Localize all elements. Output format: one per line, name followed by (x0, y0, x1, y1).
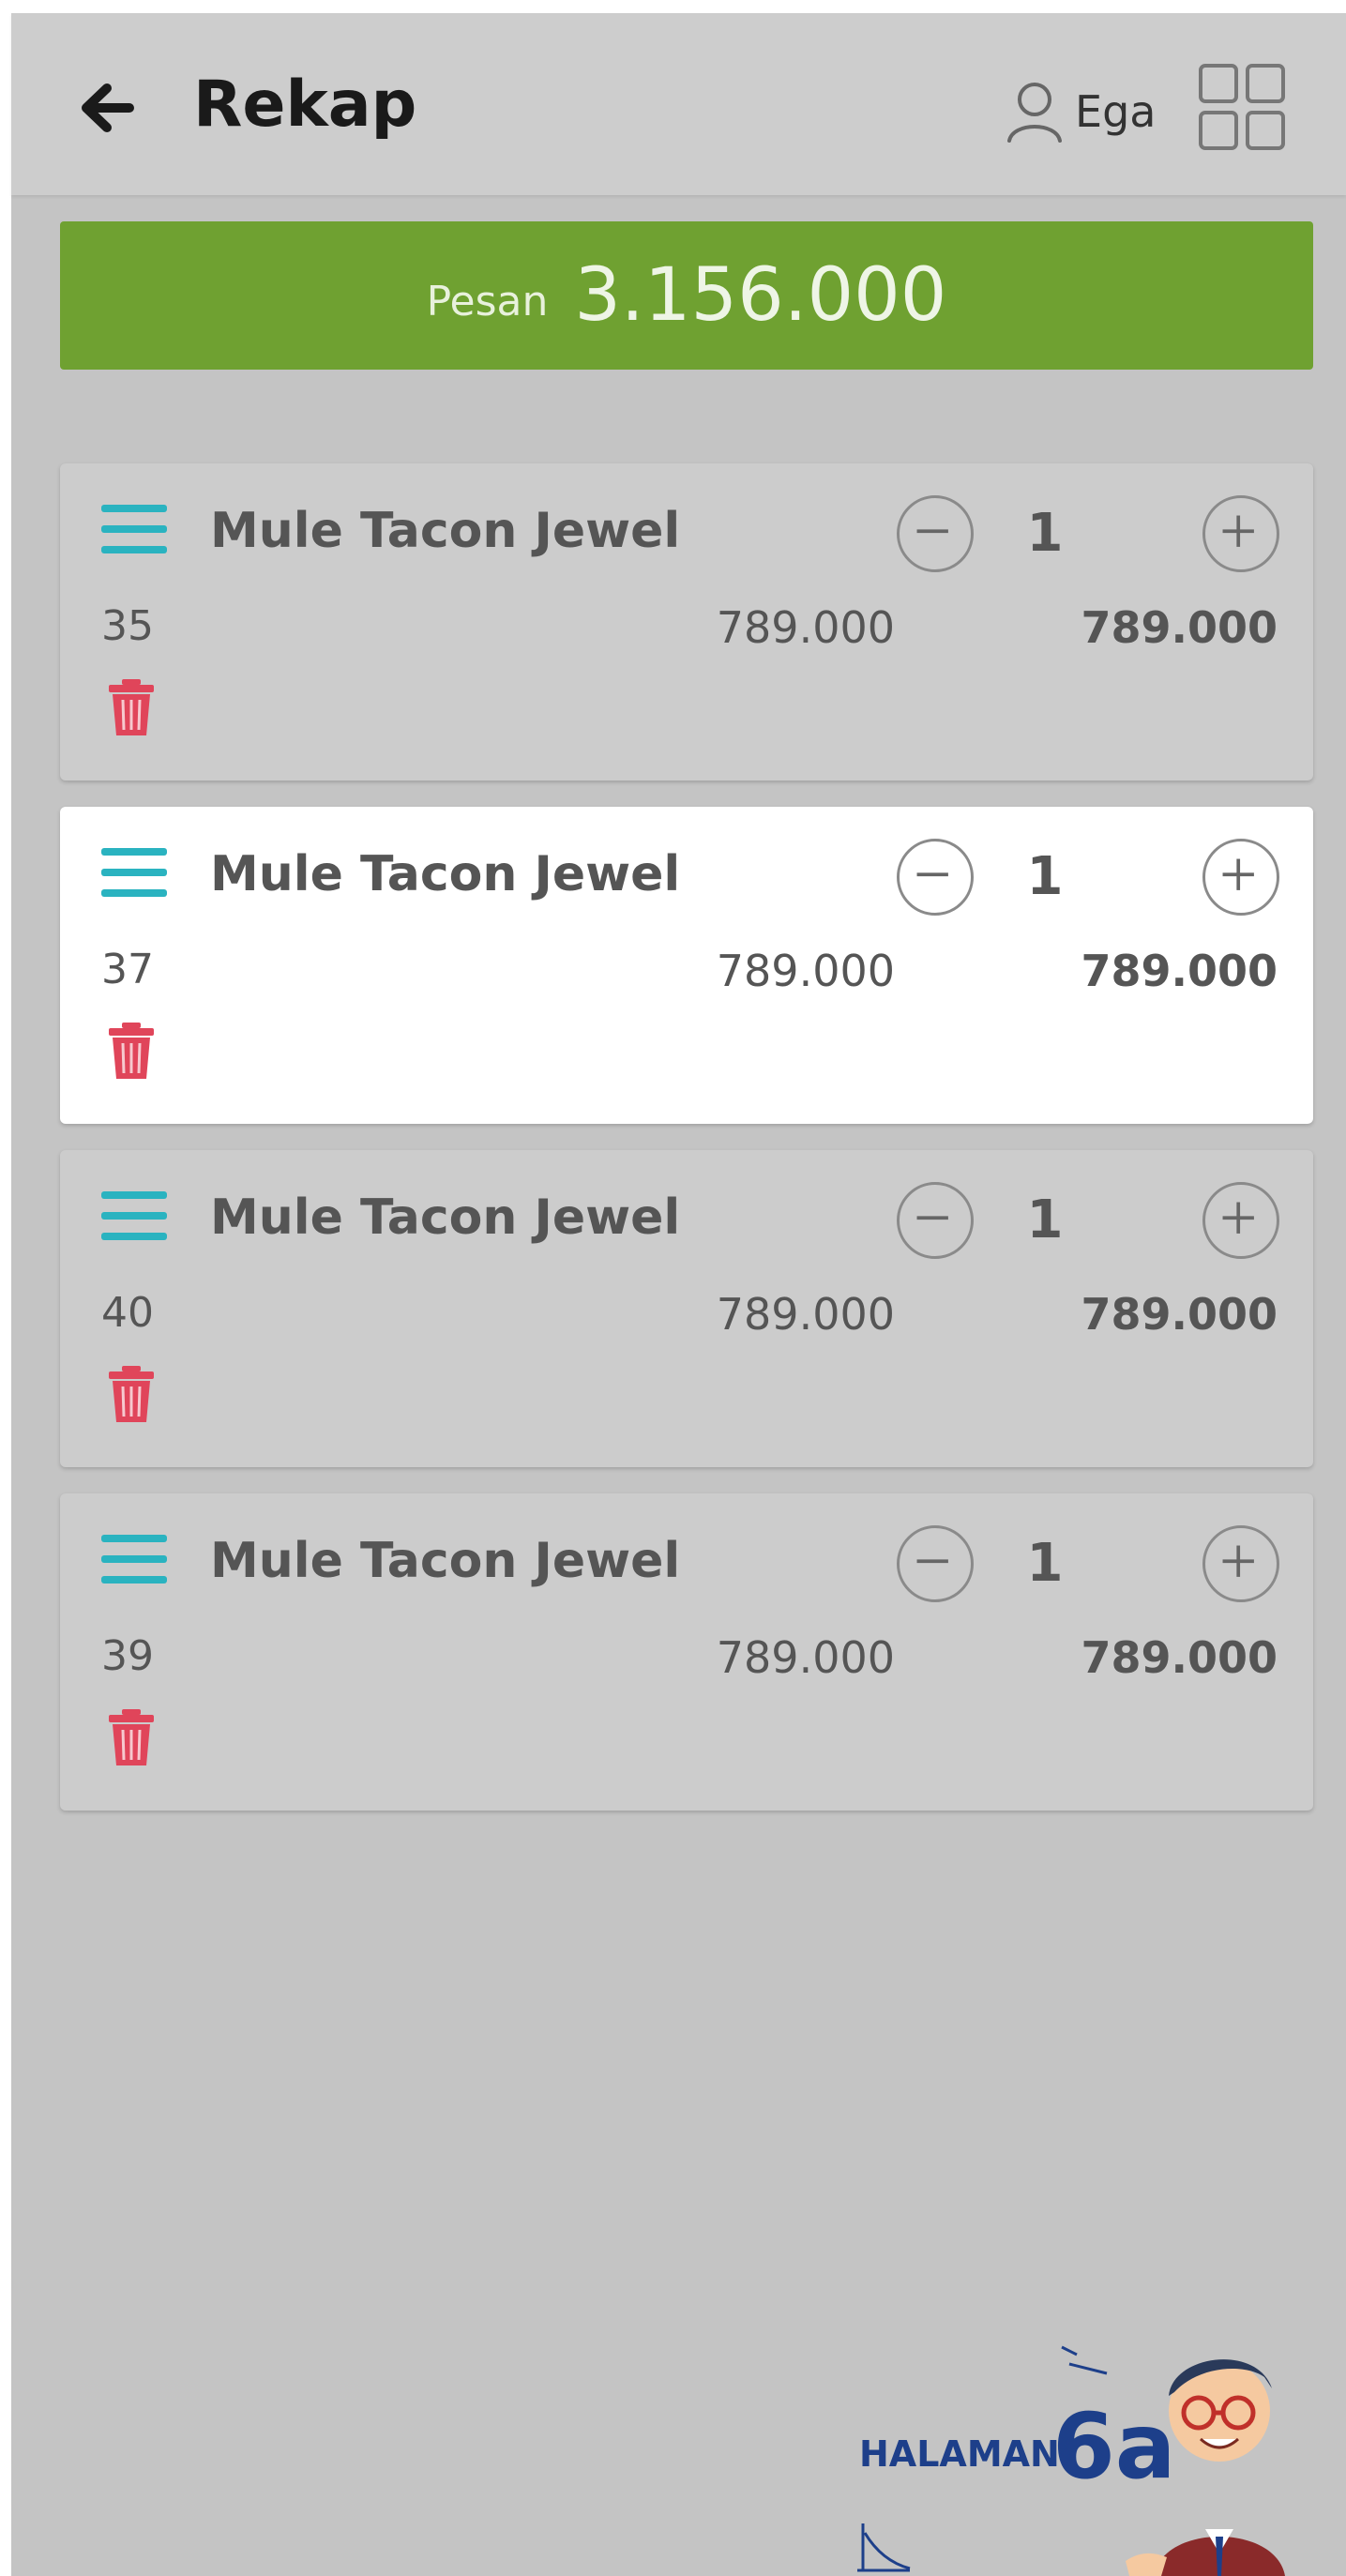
page-title: Rekap (193, 68, 417, 142)
increase-qty-button[interactable] (1202, 495, 1279, 572)
app-bar: Rekap Ega (11, 13, 1346, 195)
item-quantity: 1 (1026, 846, 1064, 907)
item-name: Mule Tacon Jewel (210, 503, 681, 559)
item-size: 39 (101, 1632, 154, 1680)
order-total-button[interactable]: Pesan 3.156.000 (60, 221, 1313, 370)
back-arrow-icon[interactable] (71, 73, 141, 143)
minus-icon (916, 872, 948, 877)
app-screen: Rekap Ega Pesan 3.156.000 Mule Tacon Jew… (11, 13, 1346, 2576)
decrease-qty-button[interactable] (897, 1182, 974, 1259)
cart-item-card[interactable]: Mule Tacon Jewel 1 35 789.000 789.000 (60, 463, 1313, 780)
grid-icon[interactable] (1197, 62, 1287, 152)
trash-icon[interactable] (107, 677, 156, 737)
watermark-number: 6a (1052, 2394, 1176, 2499)
plus-icon (1222, 1202, 1254, 1234)
user-name: Ega (1075, 86, 1157, 137)
item-subtotal: 789.000 (1081, 1632, 1278, 1683)
item-subtotal: 789.000 (1081, 946, 1278, 996)
item-quantity: 1 (1026, 503, 1064, 564)
user-icon (1007, 83, 1062, 143)
item-name: Mule Tacon Jewel (210, 1533, 681, 1589)
cart-item-card[interactable]: Mule Tacon Jewel 1 37 789.000 789.000 (60, 807, 1313, 1124)
trash-icon[interactable] (107, 1364, 156, 1424)
minus-icon (916, 1559, 948, 1564)
item-size: 40 (101, 1289, 154, 1337)
item-subtotal: 789.000 (1081, 1289, 1278, 1340)
item-unit-price: 789.000 (716, 602, 895, 653)
item-name: Mule Tacon Jewel (210, 1190, 681, 1246)
increase-qty-button[interactable] (1202, 839, 1279, 916)
decrease-qty-button[interactable] (897, 495, 974, 572)
trash-icon[interactable] (107, 1707, 156, 1767)
cart-item-card[interactable]: Mule Tacon Jewel 1 39 789.000 789.000 (60, 1493, 1313, 1811)
drag-handle-icon[interactable] (101, 846, 167, 899)
drag-handle-icon[interactable] (101, 503, 167, 555)
minus-icon (916, 1216, 948, 1220)
plus-icon (1222, 515, 1254, 547)
item-quantity: 1 (1026, 1190, 1064, 1250)
item-name: Mule Tacon Jewel (210, 846, 681, 902)
plus-icon (1222, 858, 1254, 890)
item-size: 35 (101, 602, 154, 650)
item-unit-price: 789.000 (716, 946, 895, 996)
minus-icon (916, 529, 948, 534)
trash-icon[interactable] (107, 1021, 156, 1081)
item-unit-price: 789.000 (716, 1632, 895, 1683)
increase-qty-button[interactable] (1202, 1525, 1279, 1602)
drag-handle-icon[interactable] (101, 1190, 167, 1242)
increase-qty-button[interactable] (1202, 1182, 1279, 1259)
item-unit-price: 789.000 (716, 1289, 895, 1340)
cart-item-card[interactable]: Mule Tacon Jewel 1 40 789.000 789.000 (60, 1150, 1313, 1467)
decrease-qty-button[interactable] (897, 839, 974, 916)
order-total-value: 3.156.000 (574, 253, 947, 338)
order-total-label: Pesan (426, 277, 549, 326)
watermark-label: HALAMAN (859, 2433, 1060, 2475)
item-size: 37 (101, 946, 154, 993)
plus-icon (1222, 1545, 1254, 1577)
item-quantity: 1 (1026, 1533, 1064, 1594)
item-subtotal: 789.000 (1081, 602, 1278, 653)
decrease-qty-button[interactable] (897, 1525, 974, 1602)
drag-handle-icon[interactable] (101, 1533, 167, 1585)
